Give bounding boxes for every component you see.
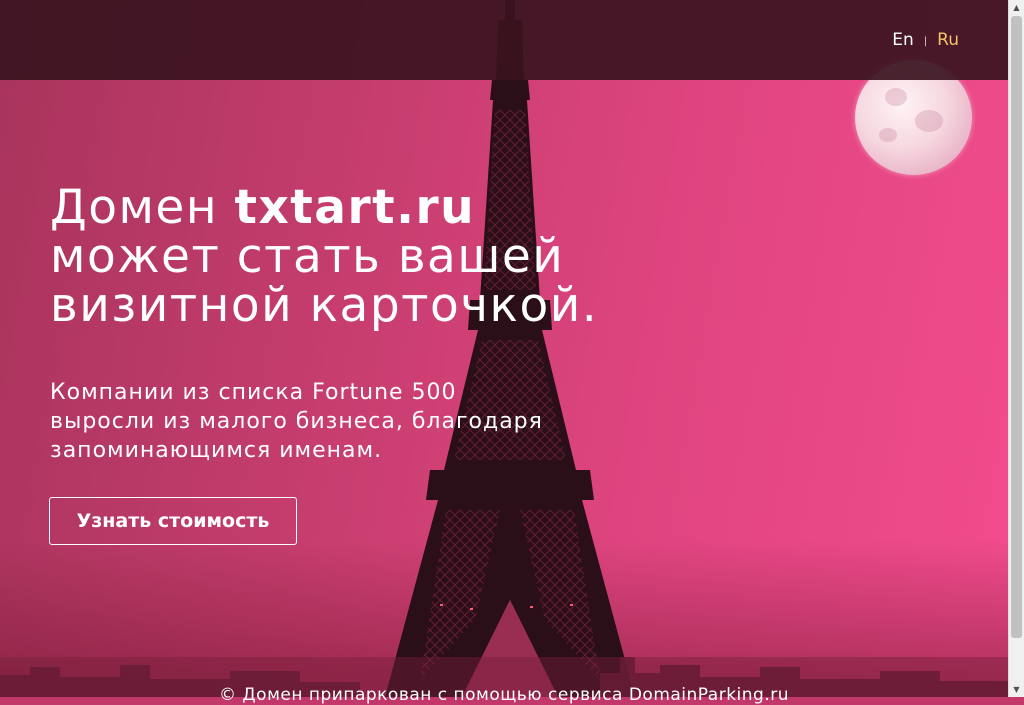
domain-name: txtart.ru — [234, 180, 476, 235]
scroll-down-arrow-icon[interactable]: ▼ — [1009, 682, 1024, 697]
headline-line-3: визитной карточкой. — [50, 278, 599, 333]
language-switcher: En | Ru — [892, 30, 959, 50]
hero-headline: Домен txtart.ru может стать вашей визитн… — [50, 183, 598, 330]
language-separator: | — [923, 35, 928, 47]
footer-text: © Домен припаркован с помощью сервиса Do… — [218, 685, 790, 705]
subtitle-line-1: Компании из списка Fortune 500 — [50, 380, 457, 405]
scroll-up-arrow-icon[interactable]: ▲ — [1009, 0, 1024, 15]
language-ru-link[interactable]: Ru — [937, 30, 959, 50]
language-en-link[interactable]: En — [892, 30, 914, 50]
scrollbar-thumb[interactable] — [1011, 16, 1022, 638]
hero-section: Домен txtart.ru может стать вашей визитн… — [50, 183, 598, 465]
subtitle-line-3: запоминающимся именам. — [50, 438, 383, 463]
get-price-button[interactable]: Узнать стоимость — [49, 497, 297, 545]
footer: © Домен припаркован с помощью сервиса Do… — [0, 657, 1008, 705]
vertical-scrollbar[interactable]: ▲ ▼ — [1008, 0, 1024, 697]
headline-prefix: Домен — [50, 180, 235, 235]
top-bar: En | Ru — [0, 0, 1008, 80]
subtitle-line-2: выросли из малого бизнеса, благодаря — [50, 409, 543, 434]
headline-line-2: может стать вашей — [50, 229, 565, 284]
hero-subtitle: Компании из списка Fortune 500 выросли и… — [50, 378, 590, 465]
